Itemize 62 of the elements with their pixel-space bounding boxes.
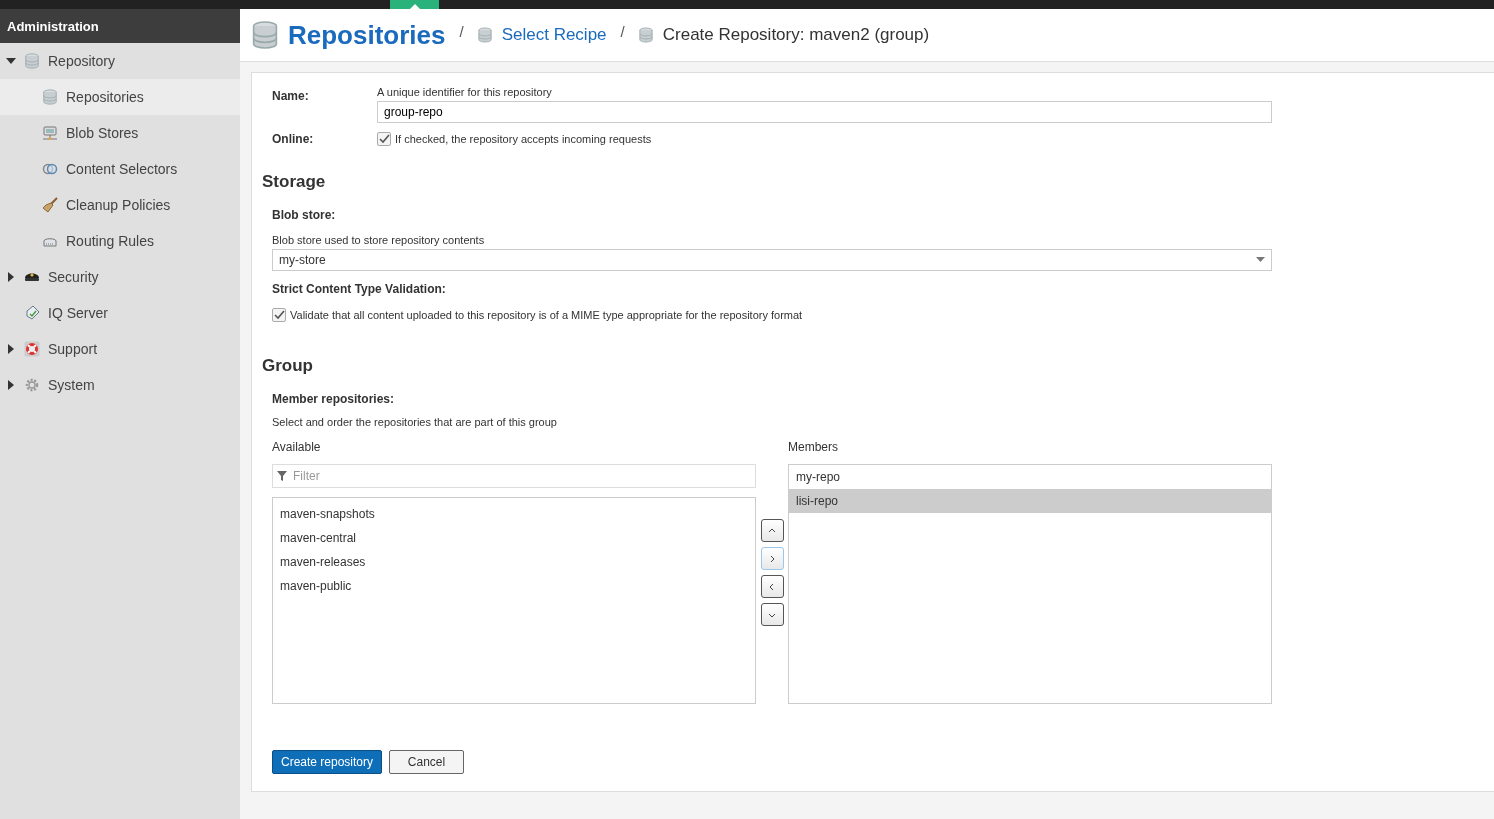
blob-store-dropdown[interactable]: my-store <box>272 249 1272 271</box>
list-label: Available <box>272 440 322 454</box>
checkbox-label: If checked, the repository accepts incoming requests <box>395 133 652 145</box>
sidebar-item[interactable]: Repositories <box>0 79 240 115</box>
sidebar-item[interactable]: System <box>0 367 240 403</box>
list-item[interactable]: maven-public <box>273 574 755 598</box>
sidebar-item[interactable]: Blob Stores <box>0 115 240 151</box>
move-down-button[interactable] <box>760 603 784 626</box>
move-left-button[interactable] <box>760 575 784 598</box>
name-field[interactable]: group-repo <box>377 101 1272 123</box>
filter-icon <box>277 471 287 481</box>
database-icon <box>477 27 492 43</box>
breadcrumb-separator: / <box>620 23 625 40</box>
field-help: Blob store used to store repository contents <box>272 234 486 246</box>
collapsed-arrow-icon[interactable] <box>6 344 16 354</box>
field-label: Online: <box>272 132 315 146</box>
database-icon <box>638 27 653 43</box>
sidebar-item[interactable]: Cleanup Policies <box>0 187 240 223</box>
checkbox[interactable] <box>377 132 391 146</box>
checkbox-label: Validate that all content uploaded to this repository is of a MIME type appropriate for the repository format <box>290 309 803 321</box>
expanded-arrow-icon[interactable] <box>6 56 16 66</box>
tag-icon <box>24 305 40 321</box>
section-heading: Group <box>262 356 314 376</box>
database-icon <box>252 20 278 50</box>
cancel-button[interactable]: Cancel <box>389 750 465 774</box>
breadcrumb-separator: / <box>459 23 464 40</box>
field-help: Select and order the repositories that are part of this group <box>272 416 558 428</box>
field-label: Name: <box>272 88 310 105</box>
create-button[interactable]: Create repository <box>272 750 383 774</box>
lifebuoy-icon <box>24 341 40 357</box>
list-item[interactable]: maven-releases <box>273 550 755 574</box>
section-heading: Storage <box>262 172 327 192</box>
list-item[interactable]: my-repo <box>789 465 1271 489</box>
sidebar-item[interactable]: Support <box>0 331 240 367</box>
caret-icon <box>1256 257 1265 263</box>
database-icon <box>42 89 58 105</box>
gear-icon <box>24 377 40 393</box>
field-label: Strict Content Type Validation: <box>272 282 447 296</box>
list-item[interactable]: maven-snapshots <box>273 502 755 526</box>
list-label: Members <box>788 440 839 454</box>
breadcrumb-link[interactable]: Select Recipe <box>501 25 607 45</box>
collapsed-arrow-icon[interactable] <box>6 272 16 282</box>
sidebar-item[interactable]: Routing Rules <box>0 223 240 259</box>
rings-icon <box>42 161 58 177</box>
collapsed-arrow-icon[interactable] <box>6 380 16 390</box>
sidebar-item[interactable]: IQ Server <box>0 295 240 331</box>
field-label: Blob store: <box>272 208 337 222</box>
checkbox[interactable] <box>272 308 286 322</box>
sidebar-item[interactable]: Repository <box>0 43 240 79</box>
sidebar-item[interactable]: Security <box>0 259 240 295</box>
sidebar-title: Administration <box>0 9 240 43</box>
list-item[interactable]: maven-central <box>273 526 755 550</box>
server-icon <box>42 125 58 141</box>
database-icon <box>24 53 40 69</box>
move-up-button[interactable] <box>760 519 784 542</box>
field-label: Member repositories: <box>272 392 396 406</box>
broom-icon <box>42 197 58 213</box>
field-help: A unique identifier for this repository <box>377 86 553 98</box>
list-item[interactable]: lisi-repo <box>789 489 1271 513</box>
breadcrumb-current: Create Repository: maven2 (group) <box>662 25 930 45</box>
sidebar-item[interactable]: Content Selectors <box>0 151 240 187</box>
page-title[interactable]: Repositories <box>288 19 446 51</box>
